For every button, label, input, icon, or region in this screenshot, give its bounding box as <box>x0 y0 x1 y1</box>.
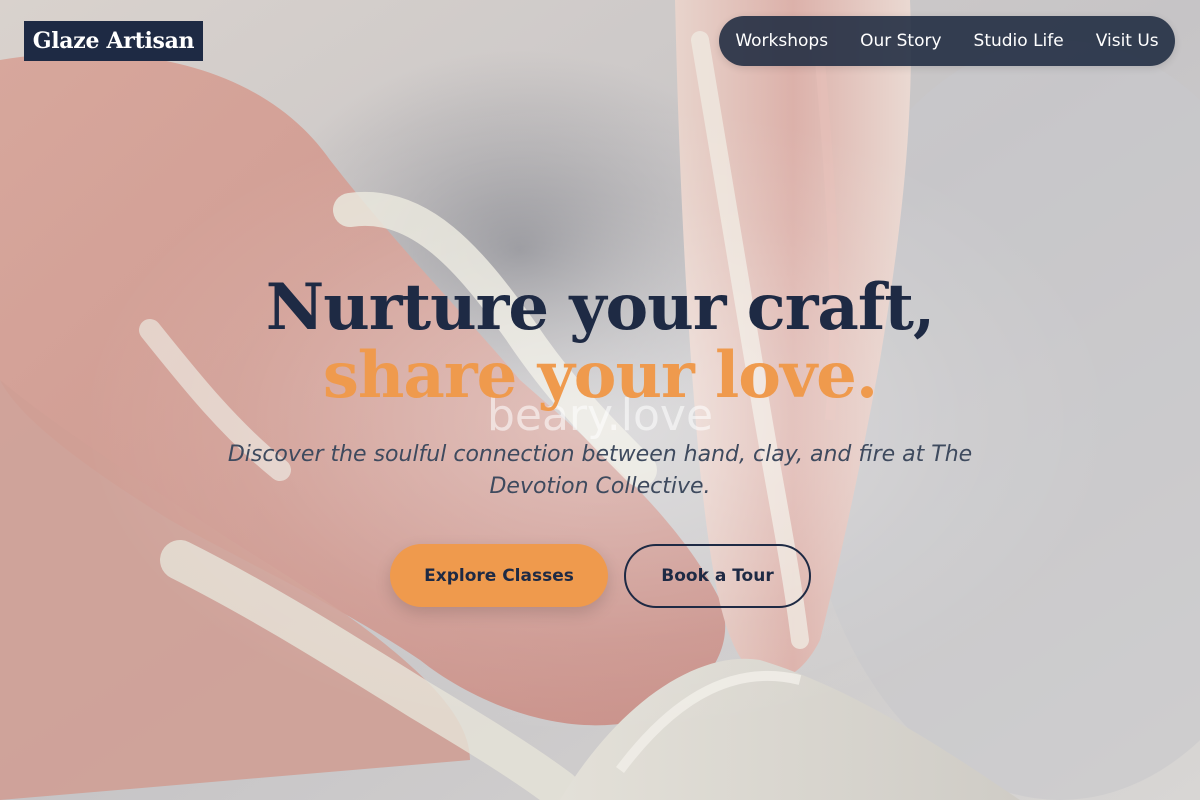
brand-logo[interactable]: Glaze Artisan <box>24 21 203 61</box>
book-a-tour-button[interactable]: Book a Tour <box>624 544 811 608</box>
hero-headline-line2: share your love. <box>322 338 878 413</box>
nav-item-workshops[interactable]: Workshops <box>735 31 828 51</box>
hero-headline-line1: Nurture your craft, <box>265 270 936 345</box>
main-nav: Workshops Our Story Studio Life Visit Us <box>719 16 1175 66</box>
nav-item-studio-life[interactable]: Studio Life <box>974 31 1064 51</box>
explore-classes-button[interactable]: Explore Classes <box>390 544 608 607</box>
nav-item-our-story[interactable]: Our Story <box>860 31 941 51</box>
nav-item-visit-us[interactable]: Visit Us <box>1096 31 1159 51</box>
hero-subtitle: Discover the soulful connection between … <box>227 442 973 499</box>
hero-headline: Nurture your craft, share your love. <box>0 272 1200 412</box>
